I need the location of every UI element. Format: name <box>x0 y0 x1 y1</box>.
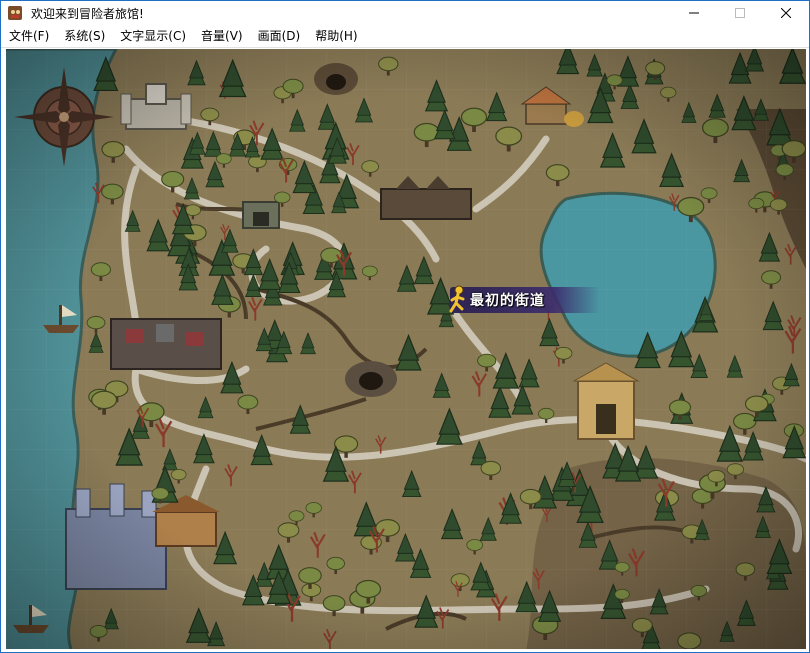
running-player-icon <box>449 285 465 313</box>
menu-bar: 文件(F) 系统(S) 文字显示(C) 音量(V) 画面(D) 帮助(H) <box>1 25 809 48</box>
menu-display[interactable]: 画面(D) <box>250 25 308 47</box>
location-label: 最初的街道 <box>470 293 545 309</box>
window-title: 欢迎来到冒险者旅馆! <box>31 6 144 21</box>
game-window: 欢迎来到冒险者旅馆! 文件(F) 系统(S) 文字显示(C) 音量(V) 画面(… <box>0 0 810 653</box>
maximize-button[interactable] <box>717 1 763 25</box>
menu-file[interactable]: 文件(F) <box>1 25 56 47</box>
close-button[interactable] <box>763 1 809 25</box>
close-icon <box>781 8 791 18</box>
maximize-icon <box>735 8 745 18</box>
world-map[interactable]: 最初的街道 <box>6 49 806 649</box>
menu-help[interactable]: 帮助(H) <box>307 25 364 47</box>
minimize-icon <box>689 12 699 14</box>
app-icon <box>8 6 22 20</box>
location-marker-first-street[interactable]: 最初的街道 <box>449 285 600 315</box>
menu-system[interactable]: 系统(S) <box>56 25 112 47</box>
map-vignette <box>6 49 806 649</box>
menu-volume[interactable]: 音量(V) <box>193 25 250 47</box>
menu-text-display[interactable]: 文字显示(C) <box>112 25 193 47</box>
world-map-canvas <box>6 49 806 649</box>
caption-buttons <box>671 1 809 25</box>
minimize-button[interactable] <box>671 1 717 25</box>
title-bar[interactable]: 欢迎来到冒险者旅馆! <box>1 1 809 25</box>
